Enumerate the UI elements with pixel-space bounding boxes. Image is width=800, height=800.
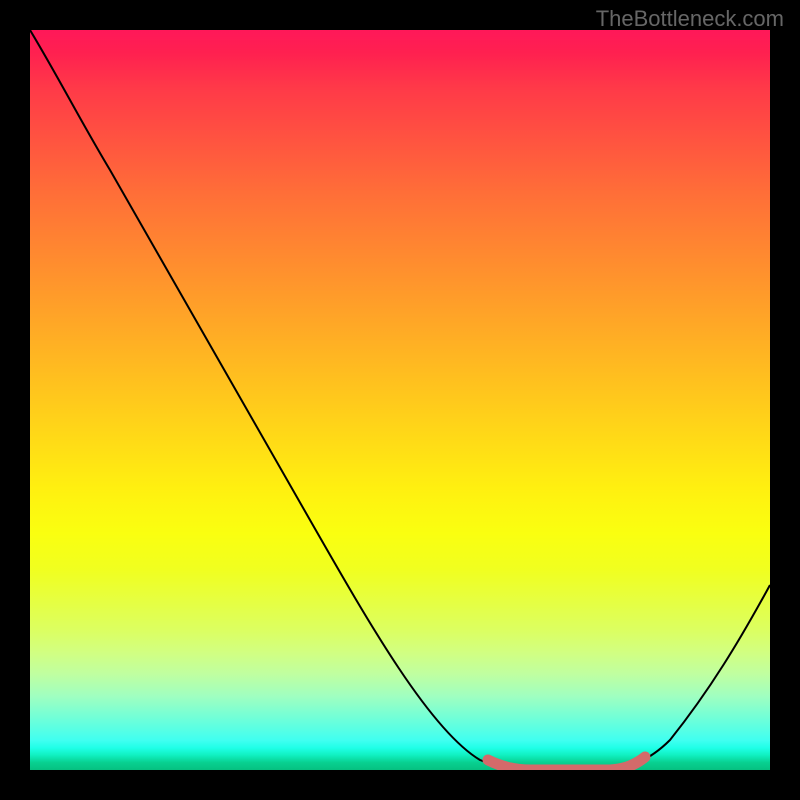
bottleneck-curve-path	[30, 30, 770, 770]
chart-plot-area	[30, 30, 770, 770]
highlight-segment-path	[488, 757, 645, 770]
watermark-text: TheBottleneck.com	[596, 6, 784, 32]
bottleneck-curve-svg	[30, 30, 770, 770]
